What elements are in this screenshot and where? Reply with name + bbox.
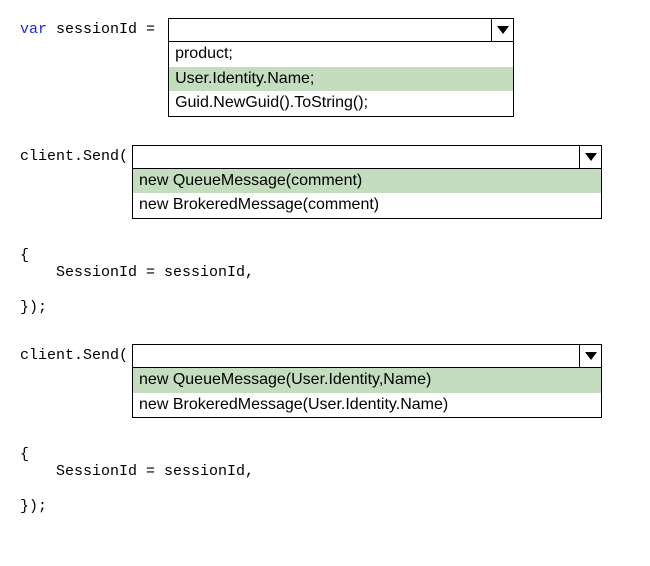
chevron-down-icon[interactable] — [491, 19, 513, 41]
dropdown-option[interactable]: new BrokeredMessage(User.Identity.Name) — [133, 393, 601, 418]
code-prefix-2: client.Send( — [20, 145, 128, 165]
dropdown-sessionid[interactable]: product; User.Identity.Name; Guid.NewGui… — [168, 18, 514, 117]
dropdown-top — [133, 146, 601, 169]
dropdown-input[interactable] — [169, 19, 491, 41]
brace-open-1: { — [20, 247, 630, 264]
dropdown-option[interactable]: new QueueMessage(comment) — [133, 169, 601, 194]
dropdown-option[interactable]: Guid.NewGuid().ToString(); — [169, 91, 513, 116]
block-body-1: SessionId = sessionId, — [20, 264, 630, 281]
dropdown-option[interactable]: User.Identity.Name; — [169, 67, 513, 92]
dropdown-send-2[interactable]: new QueueMessage(User.Identity,Name) new… — [132, 344, 602, 418]
dropdown-top — [133, 345, 601, 368]
dropdown-send-1[interactable]: new QueueMessage(comment) new BrokeredMe… — [132, 145, 602, 219]
code-line-1: var sessionId = product; User.Identity.N… — [20, 18, 630, 117]
dropdown-top — [169, 19, 513, 42]
brace-open-2: { — [20, 446, 630, 463]
chevron-down-icon[interactable] — [579, 345, 601, 367]
chevron-down-icon[interactable] — [579, 146, 601, 168]
code-line-2: client.Send( new QueueMessage(comment) n… — [20, 145, 630, 219]
dropdown-option[interactable]: new BrokeredMessage(comment) — [133, 193, 601, 218]
code-prefix-3: client.Send( — [20, 344, 128, 364]
dropdown-option[interactable]: new QueueMessage(User.Identity,Name) — [133, 368, 601, 393]
code-line-3: client.Send( new QueueMessage(User.Ident… — [20, 344, 630, 418]
code-text-1: sessionId = — [47, 21, 155, 38]
code-prefix-1: var sessionId = — [20, 18, 164, 38]
block-body-2: SessionId = sessionId, — [20, 463, 630, 480]
keyword-var: var — [20, 21, 47, 38]
dropdown-option[interactable]: product; — [169, 42, 513, 67]
dropdown-input[interactable] — [133, 146, 579, 168]
dropdown-input[interactable] — [133, 345, 579, 367]
brace-close-2: }); — [20, 498, 630, 515]
brace-close-1: }); — [20, 299, 630, 316]
